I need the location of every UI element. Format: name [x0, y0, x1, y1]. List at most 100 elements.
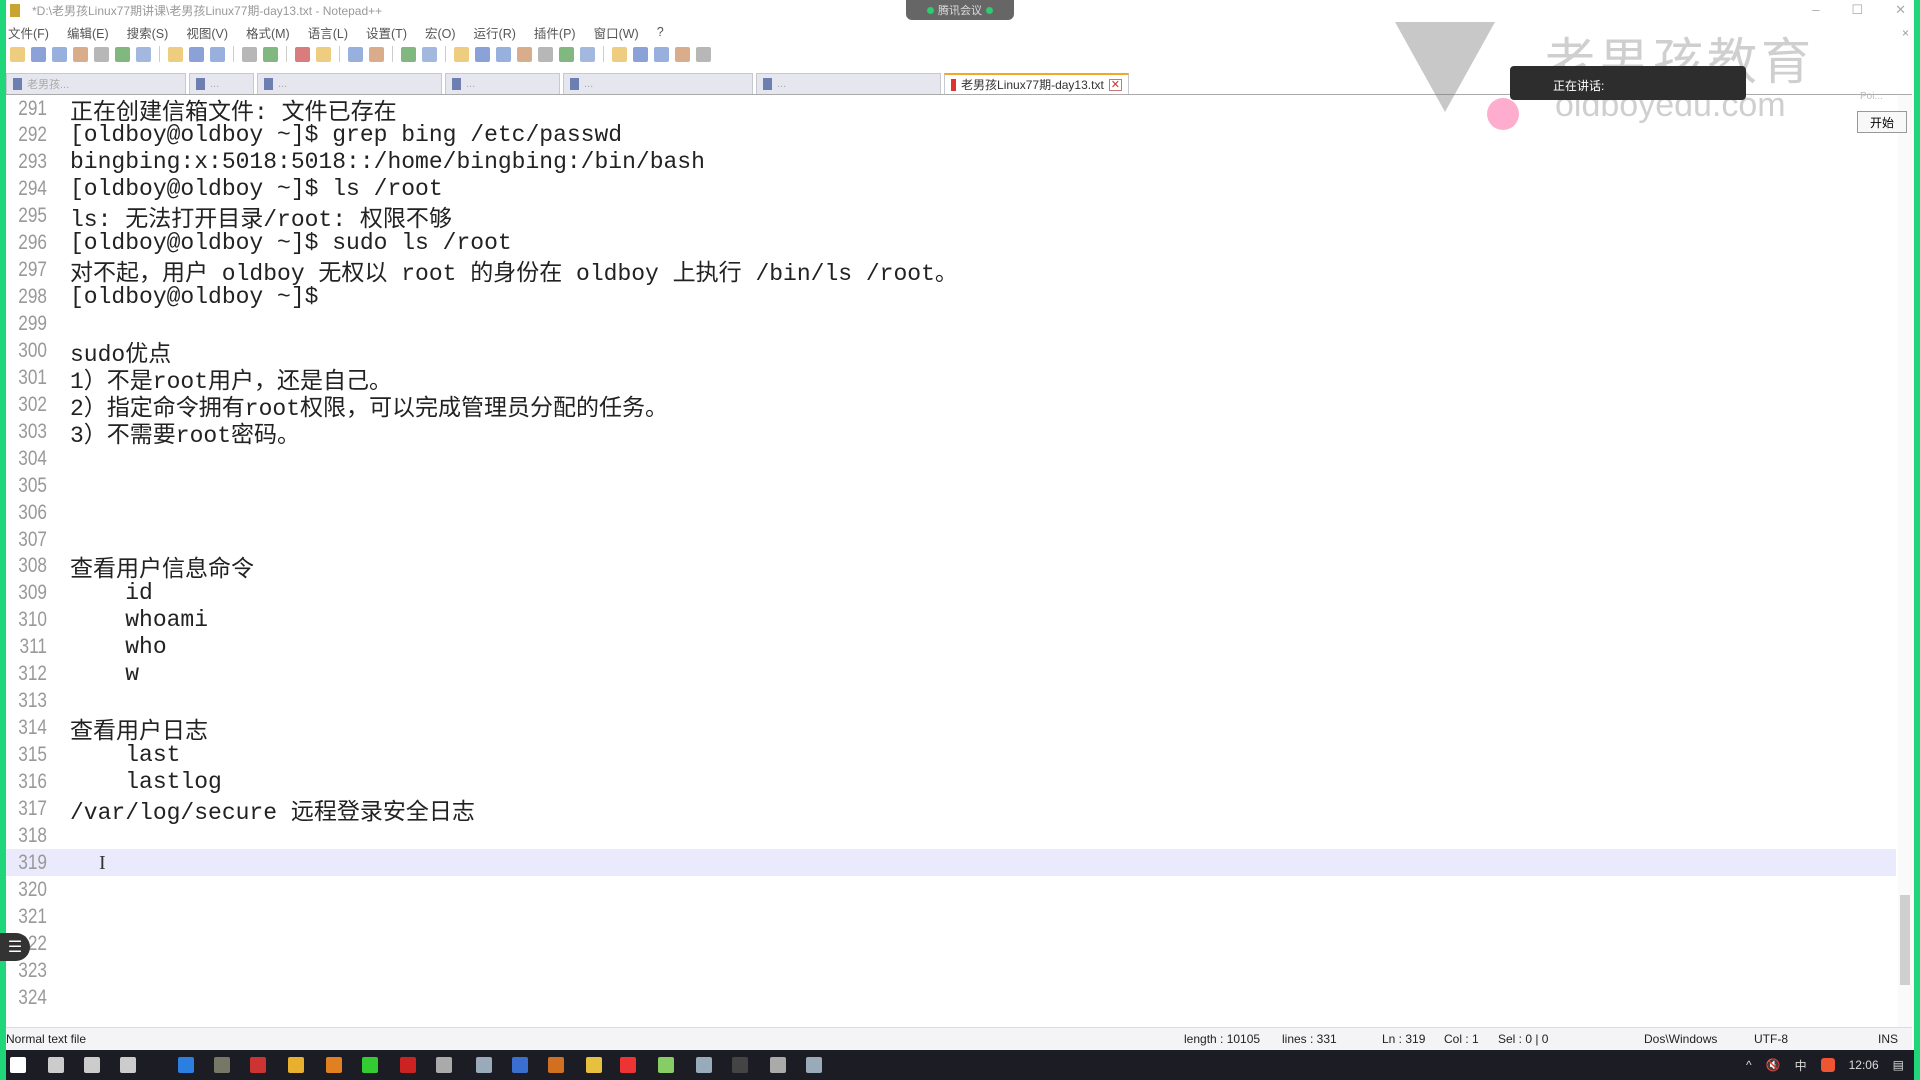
editor-line[interactable]: 315 last [6, 742, 1896, 769]
menu-item[interactable]: 视图(V) [186, 23, 228, 42]
editor-line[interactable]: 313 [6, 688, 1896, 715]
replace-icon[interactable] [316, 46, 331, 62]
eol-format[interactable]: Dos\Windows [1644, 1032, 1717, 1046]
volume-muted-icon[interactable]: 🔇 [1766, 1058, 1781, 1072]
chrome-icon[interactable] [288, 1057, 304, 1073]
monitor-icon[interactable] [580, 46, 595, 62]
menu-item[interactable]: 格式(M) [246, 23, 290, 42]
editor-line[interactable]: 311 who [6, 634, 1896, 661]
vertical-scrollbar[interactable] [1898, 95, 1912, 1027]
tab-active[interactable]: 老男孩Linux77期-day13.txt ✕ [944, 73, 1129, 94]
tray-chevron-icon[interactable]: ^ [1746, 1058, 1752, 1072]
indent-guide-icon[interactable] [496, 46, 511, 62]
editor-line[interactable]: 321 [6, 903, 1896, 930]
save-macro-icon[interactable] [696, 46, 711, 62]
task-view-icon[interactable] [120, 1057, 136, 1073]
cmd-icon[interactable] [732, 1057, 748, 1073]
editor-line[interactable]: 318 [6, 822, 1896, 849]
app-icon[interactable] [806, 1057, 822, 1073]
editor-line[interactable]: 297 对不起，用户 oldboy 无权以 root 的身份在 oldboy 上执… [6, 257, 1896, 287]
save-all-icon[interactable] [73, 46, 88, 62]
menu-item[interactable]: 文件(F) [8, 23, 49, 42]
editor-line[interactable]: 295 ls: 无法打开目录/root: 权限不够 [6, 203, 1896, 233]
find-icon[interactable] [295, 46, 310, 62]
editor-line[interactable]: 298 [oldboy@oldboy ~]$ [6, 284, 1896, 311]
function-list-icon[interactable] [538, 46, 553, 62]
play-macro-icon[interactable] [654, 46, 669, 62]
app-icon[interactable] [548, 1057, 564, 1073]
app-icon[interactable] [326, 1057, 342, 1073]
editor-line[interactable]: 308 查看用户信息命令 [6, 553, 1896, 583]
undo-icon[interactable] [242, 46, 257, 62]
editor-line[interactable]: 299 [6, 311, 1896, 338]
wechat-icon[interactable] [362, 1057, 378, 1073]
ime-indicator[interactable]: 中 [1795, 1057, 1807, 1074]
encoding[interactable]: UTF-8 [1754, 1032, 1788, 1046]
new-icon[interactable] [10, 46, 25, 62]
app-icon[interactable] [214, 1057, 230, 1073]
menu-item[interactable]: 搜索(S) [127, 23, 169, 42]
close-button[interactable]: ✕ [1895, 2, 1906, 18]
print-icon[interactable] [136, 46, 151, 62]
menu-item[interactable]: 设置(T) [366, 23, 407, 42]
app-icon[interactable] [476, 1057, 492, 1073]
tab[interactable]: ... [189, 73, 254, 94]
paste-icon[interactable] [210, 46, 225, 62]
redo-icon[interactable] [263, 46, 278, 62]
wrap-icon[interactable] [454, 46, 469, 62]
menu-item[interactable]: 宏(O) [425, 23, 456, 42]
menu-item[interactable]: 编辑(E) [67, 23, 109, 42]
editor-line[interactable]: 324 [6, 984, 1896, 1011]
cortana-icon[interactable] [84, 1057, 100, 1073]
menu-item[interactable]: ? [657, 25, 664, 39]
zoom-in-icon[interactable] [348, 46, 363, 62]
editor-line[interactable]: 310 whoami [6, 607, 1896, 634]
explorer-icon[interactable] [586, 1057, 602, 1073]
close-all-icon[interactable] [115, 46, 130, 62]
search-icon[interactable] [48, 1057, 64, 1073]
overlay-close-button[interactable]: × [1902, 26, 1909, 40]
all-chars-icon[interactable] [475, 46, 490, 62]
notepad-icon[interactable] [658, 1057, 674, 1073]
clock[interactable]: 12:06 [1849, 1058, 1879, 1072]
menu-item[interactable]: 运行(R) [474, 23, 516, 42]
editor-line[interactable]: 304 [6, 445, 1896, 472]
editor-line[interactable]: 303 3）不需要root密码。 [6, 418, 1896, 449]
meeting-pill[interactable]: 腾讯会议 [906, 0, 1014, 20]
qq-icon[interactable] [400, 1057, 416, 1073]
editor-line[interactable]: 317/var/log/secure 远程登录安全日志 [6, 795, 1896, 826]
copy-icon[interactable] [189, 46, 204, 62]
sync-v-icon[interactable] [401, 46, 416, 62]
scrollbar-thumb[interactable] [1900, 895, 1910, 985]
open-icon[interactable] [31, 46, 46, 62]
doc-map-icon[interactable] [517, 46, 532, 62]
maximize-button[interactable]: ☐ [1851, 2, 1863, 18]
zoom-out-icon[interactable] [369, 46, 384, 62]
menu-item[interactable]: 语言(L) [308, 23, 348, 42]
outline-list-icon[interactable]: ☰ [0, 933, 30, 961]
word-icon[interactable] [512, 1057, 528, 1073]
app-icon[interactable] [770, 1057, 786, 1073]
tab[interactable]: 老男孩... [6, 73, 186, 94]
editor-line[interactable]: 309 id [6, 580, 1896, 607]
editor-line[interactable]: 312 w [6, 661, 1896, 688]
tab-close-icon[interactable]: ✕ [1108, 78, 1122, 91]
app-icon[interactable] [178, 1057, 194, 1073]
menu-item[interactable]: 窗口(W) [594, 23, 639, 42]
run-macro-multiple-icon[interactable] [675, 46, 690, 62]
editor-line[interactable]: 292 [oldboy@oldboy ~]$ grep bing /etc/pas… [6, 122, 1896, 149]
record-macro-icon[interactable] [612, 46, 627, 62]
editor-line[interactable]: 305 [6, 472, 1896, 499]
editor-line[interactable]: 323 [6, 957, 1896, 984]
editor-line[interactable]: 320 [6, 876, 1896, 903]
save-icon[interactable] [52, 46, 67, 62]
tab[interactable]: ... [563, 73, 753, 94]
xmind-icon[interactable] [620, 1057, 636, 1073]
editor-line[interactable]: 307 [6, 526, 1896, 553]
sync-h-icon[interactable] [422, 46, 437, 62]
editor-line[interactable]: 322 [6, 930, 1896, 957]
folder-workspace-icon[interactable] [559, 46, 574, 62]
app-icon[interactable] [696, 1057, 712, 1073]
editor-line[interactable]: 314 查看用户日志 [6, 715, 1896, 745]
cut-icon[interactable] [168, 46, 183, 62]
